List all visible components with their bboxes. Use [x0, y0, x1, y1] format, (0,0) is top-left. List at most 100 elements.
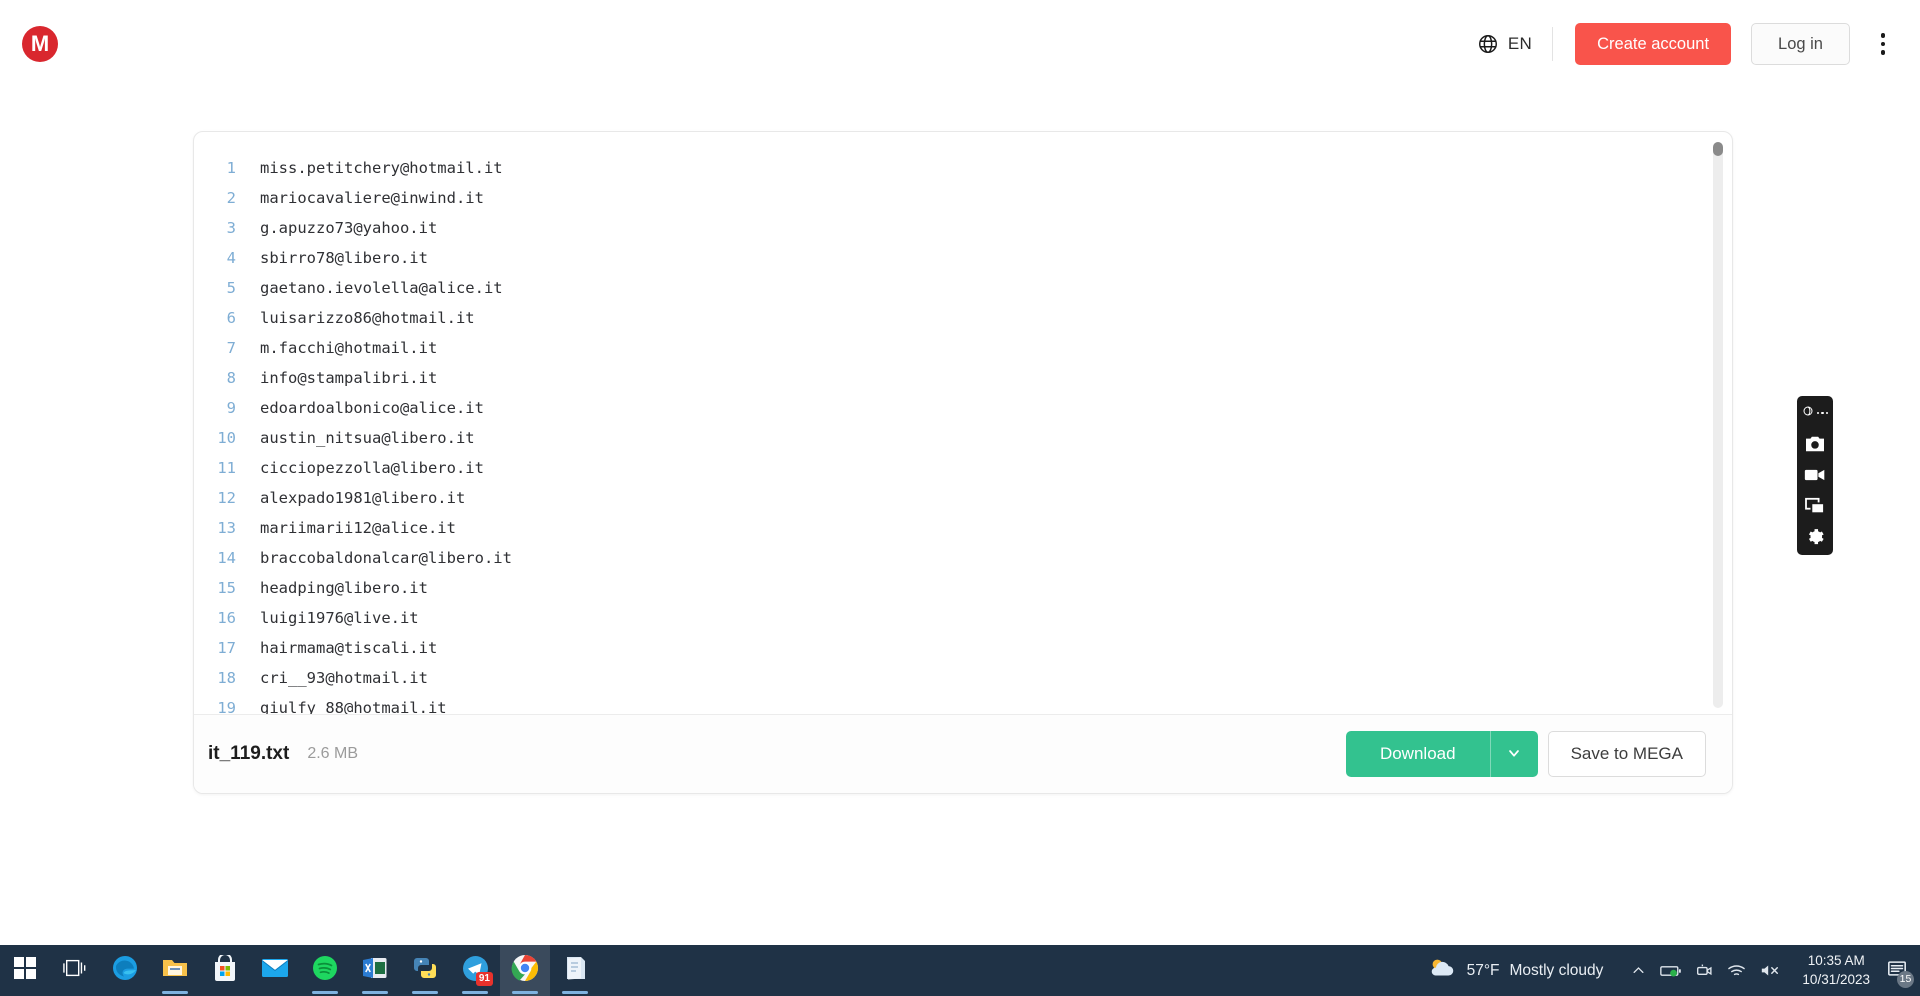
line-number: 19 [217, 699, 236, 714]
video-record-icon[interactable] [1804, 465, 1826, 485]
download-split-button: Download [1345, 731, 1538, 777]
code-line: 7 m.facchi@hotmail.it [194, 339, 1732, 369]
file-action-buttons: Download Save to MEGA [1345, 731, 1706, 777]
recorder-logo-icon [1802, 404, 1814, 422]
line-text: m.facchi@hotmail.it [260, 339, 438, 357]
taskbar-item-task-view[interactable] [50, 945, 100, 996]
volume-muted-icon[interactable] [1760, 963, 1780, 978]
wifi-icon[interactable] [1727, 963, 1746, 978]
line-text: hairmama@tiscali.it [260, 639, 438, 657]
content-scrollbar[interactable] [1713, 142, 1723, 708]
weather-widget[interactable]: 57°F Mostly cloudy [1415, 956, 1616, 985]
taskbar-item-pycharm[interactable] [400, 945, 450, 996]
partly-cloudy-icon [1427, 956, 1457, 985]
code-line: 13 mariimarii12@alice.it [194, 519, 1732, 549]
line-text: luigi1976@live.it [260, 609, 419, 627]
code-line: 3 g.apuzzo73@yahoo.it [194, 219, 1732, 249]
globe-icon [1477, 33, 1499, 55]
code-line: 6 luisarizzo86@hotmail.it [194, 309, 1732, 339]
file-preview-card: 1 miss.petitchery@hotmail.it 2 mariocavalie… [193, 131, 1733, 794]
notepad-icon [563, 955, 587, 986]
line-number: 7 [226, 339, 236, 357]
site-header: M EN Create account Log in [0, 0, 1920, 88]
code-line-list: 1 miss.petitchery@hotmail.it 2 mariocavalie… [194, 159, 1732, 714]
line-number: 6 [226, 309, 236, 327]
tray-icon-group [1615, 963, 1792, 978]
download-options-button[interactable] [1489, 731, 1538, 777]
more-options-icon[interactable] [1866, 24, 1900, 64]
taskbar-item-edge[interactable] [100, 945, 150, 996]
mega-logo[interactable]: M [22, 26, 58, 62]
code-line: 17 hairmama@tiscali.it [194, 639, 1732, 669]
task-view-icon [63, 958, 87, 983]
taskbar-item-excel[interactable] [350, 945, 400, 996]
code-line: 4 sbirro78@libero.it [194, 249, 1732, 279]
line-number: 8 [226, 369, 236, 387]
recorder-settings-gear-icon[interactable] [1804, 527, 1826, 547]
screenshot-capture-icon[interactable] [1804, 434, 1826, 454]
taskbar-item-telegram[interactable]: 91 [450, 945, 500, 996]
show-hidden-icons-chevron-icon[interactable] [1631, 963, 1646, 978]
line-text: headping@libero.it [260, 579, 428, 597]
line-text: cicciopezzolla@libero.it [260, 459, 484, 477]
file-content-viewer[interactable]: 1 miss.petitchery@hotmail.it 2 mariocavalie… [194, 132, 1732, 714]
screen-recorder-toolbar [1797, 396, 1833, 555]
line-text: austin_nitsua@libero.it [260, 429, 475, 447]
webcam-icon[interactable] [1696, 963, 1713, 978]
battery-icon[interactable] [1660, 964, 1682, 978]
taskbar-item-spotify[interactable] [300, 945, 350, 996]
notification-count-badge: 15 [1897, 970, 1914, 988]
recorder-header[interactable] [1802, 402, 1829, 423]
login-button[interactable]: Log in [1751, 23, 1850, 65]
file-explorer-icon [161, 956, 189, 985]
code-line: 10 austin_nitsua@libero.it [194, 429, 1732, 459]
code-line: 11 cicciopezzolla@libero.it [194, 459, 1732, 489]
taskbar-badge: 91 [475, 972, 493, 986]
spotify-icon [312, 955, 338, 986]
line-text: mariocavaliere@inwind.it [260, 189, 484, 207]
line-text: giulfy_88@hotmail.it [260, 699, 447, 714]
taskbar-running-indicator [162, 991, 188, 994]
file-name: it_119.txt [208, 743, 290, 764]
taskbar-running-indicator [362, 991, 388, 994]
system-tray: 57°F Mostly cloudy 10:35 AM 10/31/2023 1… [1415, 945, 1920, 996]
line-number: 17 [217, 639, 236, 657]
header-actions: EN Create account Log in [1467, 23, 1920, 65]
taskbar-running-indicator [512, 991, 538, 994]
chevron-down-icon [1506, 745, 1522, 764]
window-capture-icon[interactable] [1804, 496, 1826, 516]
line-text: gaetano.ievolella@alice.it [260, 279, 503, 297]
scrollbar-thumb[interactable] [1713, 142, 1723, 156]
line-text: miss.petitchery@hotmail.it [260, 159, 503, 177]
taskbar-item-mail[interactable] [250, 945, 300, 996]
taskbar-item-file-explorer[interactable] [150, 945, 200, 996]
language-selector[interactable]: EN [1467, 27, 1554, 61]
line-text: sbirro78@libero.it [260, 249, 428, 267]
file-info-bar: it_119.txt 2.6 MB Download Save to MEGA [194, 714, 1732, 793]
taskbar-item-microsoft-store[interactable] [200, 945, 250, 996]
code-line: 12 alexpado1981@libero.it [194, 489, 1732, 519]
taskbar-item-chrome[interactable] [500, 945, 550, 996]
line-text: braccobaldonalcar@libero.it [260, 549, 512, 567]
taskbar-app-list: 91 [0, 945, 600, 996]
file-size: 2.6 MB [307, 745, 359, 762]
line-number: 3 [226, 219, 236, 237]
taskbar-running-indicator [412, 991, 438, 994]
code-line: 18 cri__93@hotmail.it [194, 669, 1732, 699]
taskbar-item-notepad[interactable] [550, 945, 600, 996]
taskbar-item-start[interactable] [0, 945, 50, 996]
clock-widget[interactable]: 10:35 AM 10/31/2023 [1792, 952, 1880, 988]
create-account-button[interactable]: Create account [1575, 23, 1732, 65]
save-to-mega-button[interactable]: Save to MEGA [1547, 731, 1706, 777]
code-line: 14 braccobaldonalcar@libero.it [194, 549, 1732, 579]
line-number: 5 [226, 279, 236, 297]
notification-center-button[interactable]: 15 [1880, 951, 1914, 991]
line-number: 12 [217, 489, 236, 507]
recorder-menu-icon[interactable] [1816, 411, 1829, 415]
language-label: EN [1507, 34, 1533, 53]
taskbar-running-indicator [562, 991, 588, 994]
code-line: 8 info@stampalibri.it [194, 369, 1732, 399]
download-button[interactable]: Download [1345, 731, 1490, 777]
code-line: 9 edoardoalbonico@alice.it [194, 399, 1732, 429]
mega-file-preview-page: M EN Create account Log in 1 miss.petitc… [0, 0, 1920, 996]
